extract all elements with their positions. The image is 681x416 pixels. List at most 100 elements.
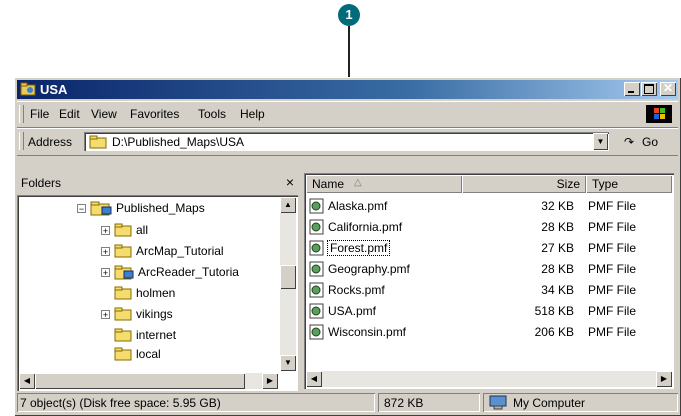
file-row-selected[interactable]: Forest.pmf 27 KB PMF File: [308, 238, 670, 258]
file-row[interactable]: Geography.pmf 28 KB PMF File: [308, 259, 670, 279]
file-name: Forest.pmf: [326, 240, 391, 256]
scroll-down-button[interactable]: ▼: [280, 355, 296, 371]
menu-tools[interactable]: Tools: [198, 107, 226, 121]
go-button[interactable]: ↷ Go: [620, 133, 674, 151]
status-size-panel: 872 KB: [378, 393, 480, 412]
file-row[interactable]: Rocks.pmf 34 KB PMF File: [308, 280, 670, 300]
file-type: PMF File: [588, 241, 636, 255]
tree-expander[interactable]: +: [101, 267, 110, 277]
menu-edit[interactable]: Edit: [59, 107, 80, 121]
tree-item-label: local: [136, 347, 161, 361]
tree-item-label: holmen: [136, 286, 176, 300]
my-computer-icon: [489, 395, 507, 410]
tree-item-arcreader-tutorial[interactable]: + ArcReader_Tutoria: [101, 263, 239, 281]
folder-icon: [114, 328, 132, 342]
pmf-file-icon: [309, 219, 324, 235]
menu-help[interactable]: Help: [240, 107, 265, 121]
tree-expander[interactable]: +: [101, 309, 110, 319]
file-name: Alaska.pmf: [328, 199, 388, 213]
file-row[interactable]: Wisconsin.pmf 206 KB PMF File: [308, 322, 670, 342]
status-size-text: 872 KB: [384, 396, 424, 410]
file-size: 34 KB: [541, 283, 574, 297]
tree-expander[interactable]: +: [101, 225, 110, 235]
toolbar-grip[interactable]: [19, 105, 24, 123]
file-type: PMF File: [588, 220, 636, 234]
address-value: D:\Published_Maps\USA: [112, 135, 245, 149]
file-row[interactable]: California.pmf 28 KB PMF File: [308, 217, 670, 237]
tree-item-label: vikings: [136, 307, 173, 321]
menu-file[interactable]: File: [30, 107, 49, 121]
folder-icon: [114, 244, 132, 258]
sort-ascending-icon: △: [354, 177, 362, 188]
folders-close-icon[interactable]: ×: [286, 174, 294, 190]
go-arrow-icon: ↷: [624, 135, 635, 149]
folder-computer-icon: [90, 201, 112, 216]
title-bar[interactable]: USA ✕: [17, 80, 678, 99]
file-name: Geography.pmf: [328, 262, 410, 276]
folder-icon: [89, 135, 107, 149]
file-name: California.pmf: [328, 220, 403, 234]
file-size: 28 KB: [541, 220, 574, 234]
address-dropdown-button[interactable]: ▼: [593, 133, 608, 150]
pmf-file-icon: [309, 282, 324, 298]
file-type: PMF File: [588, 199, 636, 213]
file-type: PMF File: [588, 304, 636, 318]
folder-tree: − Published_Maps + all + ArcMap_Tutorial: [17, 195, 298, 391]
column-header-size[interactable]: Size: [462, 175, 586, 193]
files-horizontal-scrollbar[interactable]: ◀ ▶: [306, 371, 672, 387]
scroll-thumb[interactable]: [280, 265, 296, 289]
window-title: USA: [40, 82, 68, 97]
folders-header: Folders ×: [17, 173, 298, 193]
menu-view[interactable]: View: [91, 107, 117, 121]
column-header-type[interactable]: Type: [586, 175, 672, 193]
folders-pane: Folders × − Published_Maps + all + ArcMa…: [17, 173, 298, 391]
pmf-file-icon: [309, 303, 324, 319]
tree-expander[interactable]: −: [77, 203, 86, 213]
file-size: 27 KB: [541, 241, 574, 255]
file-list-pane: Name △ Size Type Alaska.pmf 32 KB PMF Fi…: [304, 173, 674, 389]
tree-item-published-maps[interactable]: − Published_Maps: [77, 199, 205, 217]
minimize-button[interactable]: [624, 82, 640, 96]
folders-vertical-scrollbar[interactable]: ▲ ▼: [280, 197, 296, 371]
menu-favorites[interactable]: Favorites: [130, 107, 179, 121]
scroll-right-button[interactable]: ▶: [262, 373, 278, 389]
folder-icon: [114, 307, 132, 321]
tree-expander[interactable]: +: [101, 246, 110, 256]
file-list: Name △ Size Type Alaska.pmf 32 KB PMF Fi…: [304, 173, 674, 389]
tree-item-internet[interactable]: internet: [114, 326, 176, 344]
status-bar: 7 object(s) (Disk free space: 5.95 GB) 8…: [17, 392, 678, 413]
folder-icon: [114, 286, 132, 300]
folder-window-icon: [20, 82, 36, 96]
column-header-name[interactable]: Name △: [306, 175, 462, 193]
maximize-button[interactable]: [641, 82, 657, 96]
tree-item-holmen[interactable]: holmen: [114, 284, 175, 302]
scroll-right-button[interactable]: ▶: [656, 371, 672, 387]
folders-horizontal-scrollbar[interactable]: ◀ ▶: [19, 373, 278, 389]
scroll-left-button[interactable]: ◀: [306, 371, 322, 387]
folder-icon: [114, 223, 132, 237]
address-grip[interactable]: [19, 132, 24, 150]
status-location-text: My Computer: [513, 396, 586, 410]
close-button[interactable]: ✕: [660, 81, 676, 96]
tree-item-label: internet: [136, 328, 177, 342]
file-row[interactable]: Alaska.pmf 32 KB PMF File: [308, 196, 670, 216]
pmf-file-icon: [309, 240, 324, 256]
address-label: Address: [28, 135, 73, 149]
tree-item-label: ArcMap_Tutorial: [136, 244, 224, 258]
status-objects-text: 7 object(s) (Disk free space: 5.95 GB): [20, 396, 221, 410]
pmf-file-icon: [309, 324, 324, 340]
address-input[interactable]: D:\Published_Maps\USA ▼: [84, 132, 609, 151]
status-location-panel: My Computer: [483, 393, 678, 412]
scroll-thumb[interactable]: [35, 373, 245, 389]
tree-item-arcmap-tutorial[interactable]: + ArcMap_Tutorial: [101, 242, 224, 260]
tree-item-local[interactable]: local: [114, 345, 161, 363]
scroll-left-button[interactable]: ◀: [19, 373, 35, 389]
column-type-label: Type: [592, 177, 619, 191]
file-type: PMF File: [588, 283, 636, 297]
explorer-window: USA ✕ File Edit View Favorites Tools Hel…: [14, 77, 681, 416]
tree-item-vikings[interactable]: + vikings: [101, 305, 173, 323]
tree-item-all[interactable]: + all: [101, 221, 148, 239]
file-row[interactable]: USA.pmf 518 KB PMF File: [308, 301, 670, 321]
file-size: 32 KB: [541, 199, 574, 213]
scroll-up-button[interactable]: ▲: [280, 197, 296, 213]
